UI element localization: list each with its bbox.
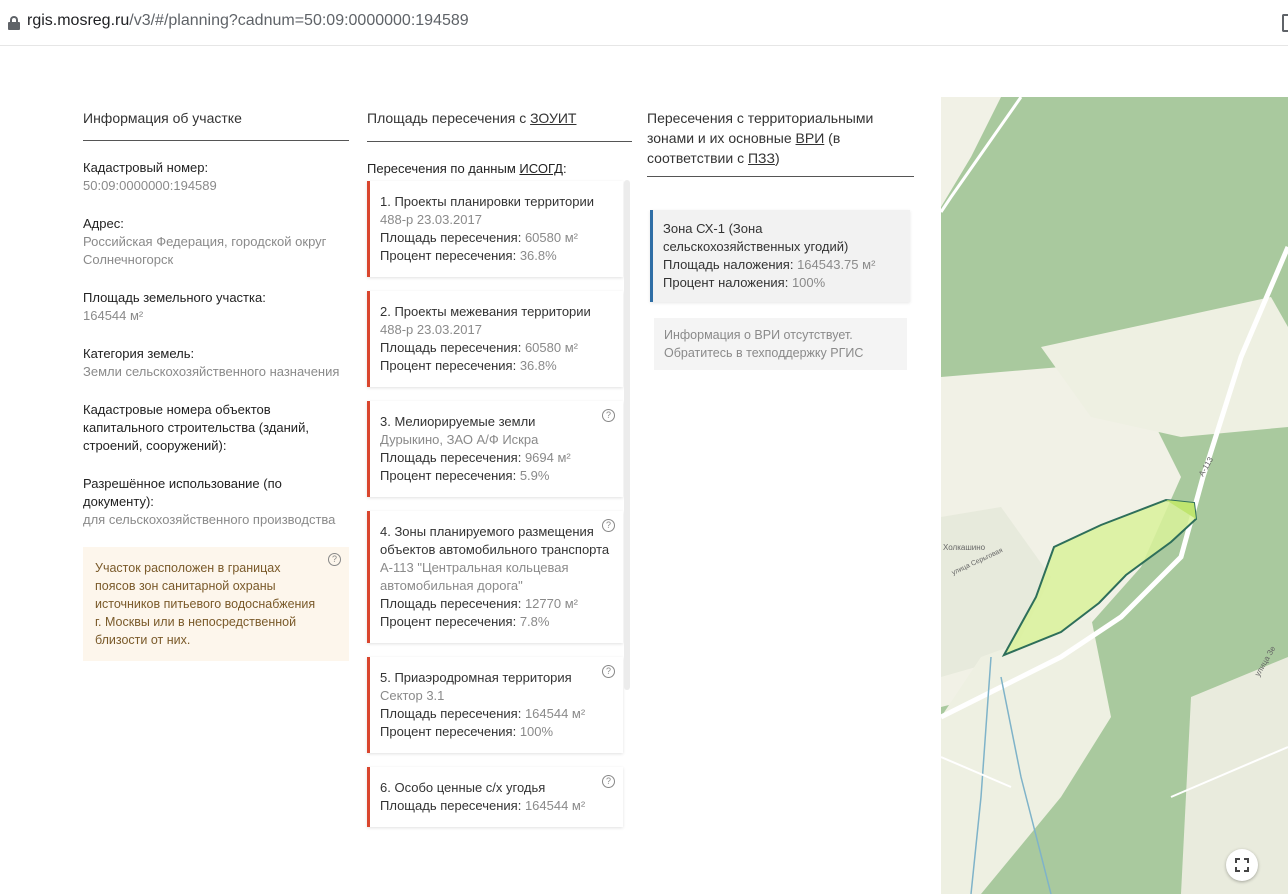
zouit-card-title: 5. Приаэродромная территория [380,670,572,685]
question-circle-icon[interactable]: ? [602,775,615,788]
zouit-title: Площадь пересечения с ЗОУИТ [367,108,632,142]
zouit-card-subtitle: 488-р 23.03.2017 [380,212,482,227]
zouit-card-title: 4. Зоны планируемого размещения объектов… [380,524,610,557]
parcel-field: Кадастровые номера объектов капитального… [83,401,349,455]
zouit-card-percent: Процент пересечения: 36.8% [380,248,557,263]
vri-info-message: Информация о ВРИ отсутствует. Обратитесь… [654,318,907,370]
zouit-card-title: 1. Проекты планировки территории [380,194,595,209]
zone-card-title: Зона СХ-1 (Зона сельскохозяйственных уго… [663,221,849,254]
question-circle-icon[interactable]: ? [328,553,341,566]
zouit-card-percent: Процент пересечения: 100% [380,724,554,739]
zouit-link[interactable]: ЗОУИТ [530,110,576,126]
parcel-field: Площадь земельного участка: 164544 м² [83,289,349,325]
map-view[interactable]: Холкашино А-113 улица Зе улица Серьговая [941,97,1288,894]
zouit-scrollbar[interactable] [624,180,630,690]
parcel-field-label: Площадь земельного участка: [83,290,266,305]
zouit-card-area: Площадь пересечения: 60580 м² [380,340,578,355]
isogd-link[interactable]: ИСОГД [519,161,563,176]
zouit-card-area: Площадь пересечения: 164544 м² [380,706,586,721]
zouit-card[interactable]: ? 5. Приаэродромная территория Сектор 3.1 П… [367,657,623,753]
zouit-card-title: 2. Проекты межевания территории [380,304,591,319]
parcel-field-label: Разрешённое использование (по документу)… [83,476,282,509]
fullscreen-button[interactable] [1226,849,1258,881]
question-circle-icon[interactable]: ? [602,409,615,422]
zouit-card-subtitle: А-113 "Центральная кольцевая автомобильн… [380,560,569,593]
zones-panel: Пересечения с территориальными зонами и … [647,108,914,177]
map-canvas[interactable]: Холкашино А-113 улица Зе улица Серьговая [941,97,1288,894]
zouit-card-percent: Процент пересечения: 36.8% [380,358,557,373]
vri-link[interactable]: ВРИ [796,130,825,146]
parcel-field-label: Кадастровые номера объектов капитального… [83,402,309,453]
zouit-card[interactable]: 1. Проекты планировки территории 488-р 23… [367,181,623,277]
zouit-card-title: 6. Особо ценные с/х угодья [380,780,546,795]
field-area-top [941,97,1001,207]
url-text[interactable]: rgis.mosreg.ru/v3/#/planning?cadnum=50:0… [27,12,469,30]
question-circle-icon[interactable]: ? [602,665,615,678]
notice-text: Участок расположен в границах поясов зон… [95,561,316,647]
parcel-field-value: Российская Федерация, городской округ Со… [83,234,327,267]
zouit-card-subtitle: Сектор 3.1 [380,688,445,703]
parcel-field: Кадастровый номер: 50:09:0000000:194589 [83,159,349,195]
zouit-card[interactable]: ? 4. Зоны планируемого размещения объекто… [367,511,623,643]
fullscreen-icon [1235,858,1240,863]
zouit-card-list[interactable]: 1. Проекты планировки территории 488-р 23… [367,181,623,841]
road-label: А-113 [1197,455,1215,478]
zouit-card[interactable]: 2. Проекты межевания территории 488-р 23.… [367,291,623,387]
zouit-card-area: Площадь пересечения: 9694 м² [380,450,571,465]
parcel-field-label: Категория земель: [83,346,195,361]
browser-address-bar[interactable]: rgis.mosreg.ru/v3/#/planning?cadnum=50:0… [0,0,1288,46]
zouit-card[interactable]: ? 3. Мелиорируемые земли Дурыкино, ЗАО А/Ф… [367,401,623,497]
zone-card-area: Площадь наложения: 164543.75 м² [663,257,876,272]
zouit-card-title: 3. Мелиорируемые земли [380,414,536,429]
zouit-card[interactable]: ? 6. Особо ценные с/х угодья Площадь перес… [367,767,623,827]
zouit-card-percent: Процент пересечения: 5.9% [380,468,550,483]
zouit-card-subtitle: Дурыкино, ЗАО А/Ф Искра [380,432,539,447]
question-circle-icon[interactable]: ? [602,519,615,532]
zone-card-percent: Процент наложения: 100% [663,275,826,290]
parcel-field-label: Кадастровый номер: [83,160,209,175]
parcel-field-label: Адрес: [83,216,124,231]
parcel-field: Разрешённое использование (по документу)… [83,475,349,529]
zouit-card-area: Площадь пересечения: 12770 м² [380,596,578,611]
pzz-link[interactable]: ПЗЗ [748,150,775,166]
zones-title: Пересечения с территориальными зонами и … [647,108,914,177]
zouit-card-area: Площадь пересечения: 60580 м² [380,230,578,245]
isogd-subtitle: Пересечения по данным ИСОГД: [367,161,567,176]
parcel-field-value: для сельскохозяйственного производства [83,512,336,527]
zouit-card-subtitle: 488-р 23.03.2017 [380,322,482,337]
parcel-field: Адрес: Российская Федерация, городской ок… [83,215,349,269]
zone-card[interactable]: Зона СХ-1 (Зона сельскохозяйственных уго… [650,210,910,302]
parcel-field-value: 164544 м² [83,308,144,323]
zouit-card-percent: Процент пересечения: 7.8% [380,614,550,629]
parcel-field: Категория земель: Земли сельскохозяйствен… [83,345,349,381]
page-icon[interactable] [1282,14,1288,32]
zouit-card-area: Площадь пересечения: 164544 м² [380,798,586,813]
parcel-info-title: Информация об участке [83,108,349,141]
lock-icon [8,16,20,30]
parcel-field-value: 50:09:0000000:194589 [83,178,217,193]
parcel-field-value: Земли сельскохозяйственного назначения [83,364,340,379]
parcel-info-panel: Информация об участке Кадастровый номер:… [83,108,349,661]
village-label: Холкашино [943,543,986,552]
sanitary-zone-notice: ? Участок расположен в границах поясов з… [83,547,349,661]
zouit-panel: Площадь пересечения с ЗОУИТ Пересечения … [367,108,632,827]
